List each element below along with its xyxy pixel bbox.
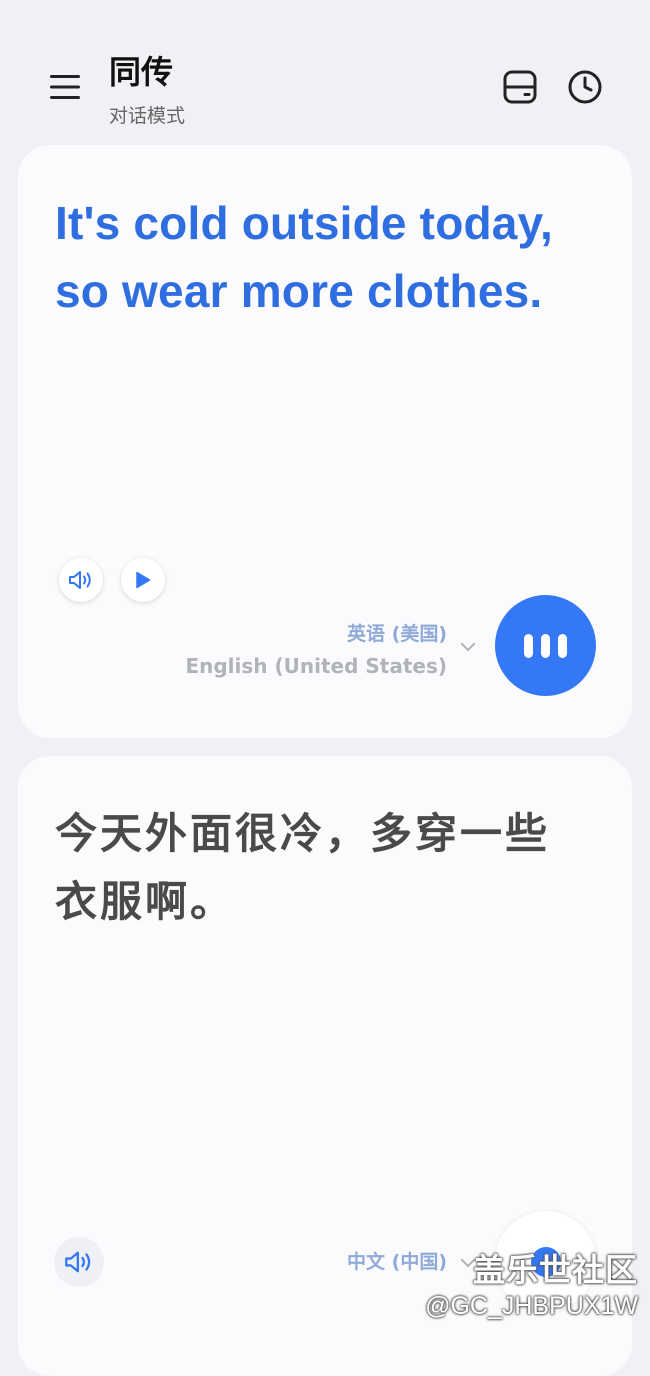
source-language-english: English (United States) [185, 654, 447, 678]
app-header: 同传 对话模式 [0, 0, 650, 140]
play-button[interactable] [121, 558, 165, 602]
play-icon [136, 571, 151, 589]
hamburger-menu-icon [50, 75, 80, 99]
source-language-dropdown[interactable] [459, 638, 477, 656]
target-translation: 今天外面很冷，多穿一些衣服啊。 [55, 809, 551, 926]
chevron-down-icon [461, 643, 475, 651]
target-language-native: 中文 (中国) [347, 1251, 447, 1273]
speak-source-button[interactable] [59, 558, 103, 602]
clock-icon [568, 70, 602, 104]
page-title: 同传 [109, 53, 174, 91]
watermark-community: 盖乐世社区 [472, 1251, 638, 1289]
source-language-card: It's cold outside today, so wear more cl… [18, 145, 632, 738]
source-language-native: 英语 (美国) [347, 623, 447, 645]
source-transcript: It's cold outside today, so wear more cl… [55, 197, 553, 317]
speaker-icon [69, 571, 91, 589]
page-subtitle: 对话模式 [109, 105, 186, 127]
source-language-selector[interactable]: 英语 (美国) English (United States) [185, 618, 447, 682]
speaker-icon [65, 1251, 91, 1273]
listening-bar [541, 633, 550, 658]
listening-bar [558, 633, 567, 658]
listen-button[interactable] [495, 595, 596, 696]
menu-button[interactable] [44, 66, 86, 108]
watermark-user: @GC_JHBPUX1W [425, 1292, 638, 1320]
split-layout-icon [503, 70, 537, 104]
target-language-selector[interactable]: 中文 (中国) [347, 1246, 447, 1278]
listening-bars-icon [524, 633, 533, 658]
speak-target-button[interactable] [54, 1237, 104, 1287]
history-button[interactable] [564, 66, 606, 108]
layout-button[interactable] [499, 66, 541, 108]
